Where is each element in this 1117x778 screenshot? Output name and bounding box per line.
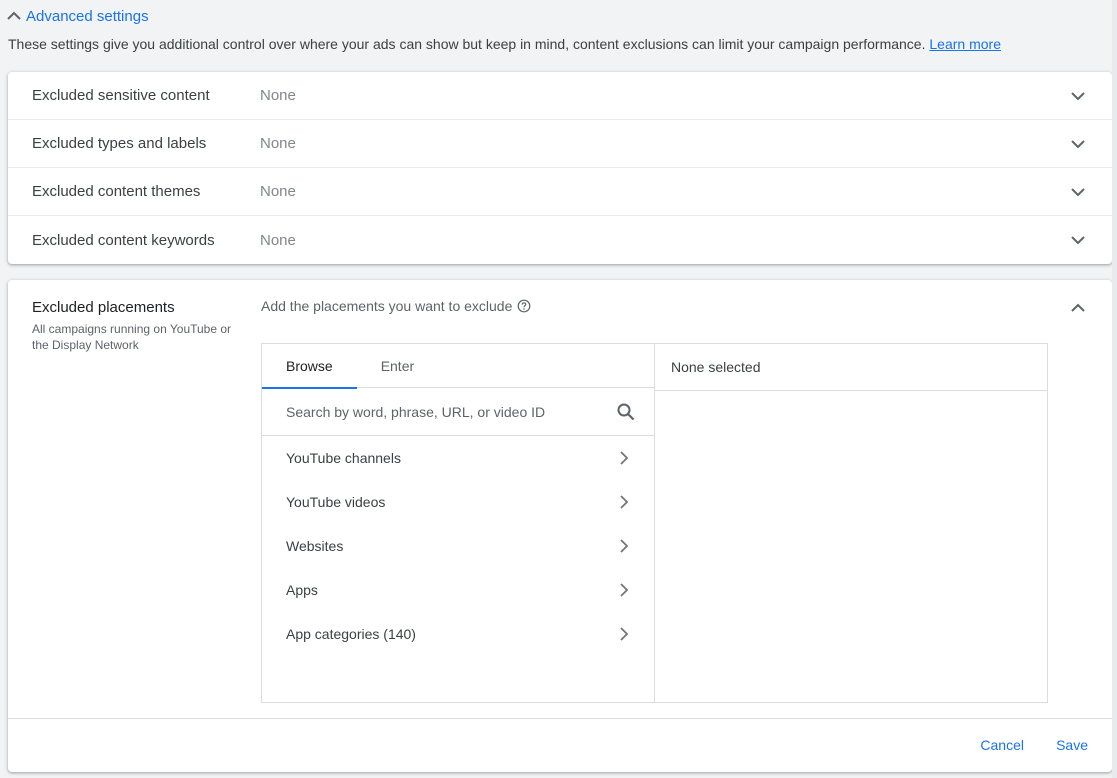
chevron-down-icon[interactable] xyxy=(1070,88,1086,104)
chevron-right-icon xyxy=(620,539,629,553)
learn-more-link[interactable]: Learn more xyxy=(929,36,1001,52)
search-input[interactable] xyxy=(286,403,606,420)
placement-picker: Browse Enter YouTube channels YouTube vi… xyxy=(261,343,1048,703)
category-label: Apps xyxy=(286,582,318,598)
picker-tabs: Browse Enter xyxy=(262,344,654,389)
category-label: Websites xyxy=(286,538,344,554)
exclusion-label: Excluded content themes xyxy=(32,183,201,200)
placements-title: Excluded placements xyxy=(32,299,175,316)
category-websites[interactable]: Websites xyxy=(262,524,654,568)
category-youtube-videos[interactable]: YouTube videos xyxy=(262,480,654,524)
category-youtube-channels[interactable]: YouTube channels xyxy=(262,436,654,480)
prompt-text: Add the placements you want to exclude xyxy=(261,298,513,314)
category-label: App categories (140) xyxy=(286,626,416,642)
category-app-categories[interactable]: App categories (140) xyxy=(262,612,654,656)
exclusion-value: None xyxy=(260,135,296,152)
advanced-settings-description: These settings give you additional contr… xyxy=(8,36,1001,52)
category-list: YouTube channels YouTube videos Websites… xyxy=(262,436,654,656)
exclusion-row-content-themes[interactable]: Excluded content themes None xyxy=(8,168,1112,216)
cancel-button[interactable]: Cancel xyxy=(980,737,1024,753)
placements-prompt: Add the placements you want to exclude xyxy=(261,298,531,314)
placement-search xyxy=(262,388,654,436)
selected-pane: None selected xyxy=(655,344,1047,702)
chevron-right-icon xyxy=(620,583,629,597)
chevron-down-icon[interactable] xyxy=(1070,184,1086,200)
category-label: YouTube videos xyxy=(286,494,386,510)
exclusion-label: Excluded content keywords xyxy=(32,231,215,249)
exclusion-value: None xyxy=(260,87,296,104)
chevron-right-icon xyxy=(620,627,629,641)
chevron-up-icon[interactable] xyxy=(1070,300,1086,316)
exclusion-label: Excluded types and labels xyxy=(32,135,207,152)
advanced-settings-title: Advanced settings xyxy=(26,7,149,25)
chevron-right-icon xyxy=(620,451,629,465)
exclusion-value: None xyxy=(260,231,296,249)
panel-footer: Cancel Save xyxy=(8,718,1112,772)
content-exclusions-panel: Excluded sensitive content None Excluded… xyxy=(8,72,1112,264)
category-label: YouTube channels xyxy=(286,450,401,466)
category-apps[interactable]: Apps xyxy=(262,568,654,612)
excluded-placements-panel: Excluded placements All campaigns runnin… xyxy=(8,280,1112,772)
browse-pane: Browse Enter YouTube channels YouTube vi… xyxy=(262,344,655,702)
exclusion-value: None xyxy=(260,183,296,200)
exclusion-label: Excluded sensitive content xyxy=(32,87,210,104)
selected-header: None selected xyxy=(655,344,1047,391)
placements-subtitle: All campaigns running on YouTube or the … xyxy=(32,322,232,352)
page-scrollbar[interactable] xyxy=(1112,0,1117,778)
help-icon[interactable] xyxy=(517,299,531,313)
chevron-down-icon[interactable] xyxy=(1070,136,1086,152)
advanced-settings-toggle[interactable]: Advanced settings xyxy=(6,6,149,26)
chevron-up-icon xyxy=(7,11,21,20)
exclusion-row-sensitive-content[interactable]: Excluded sensitive content None xyxy=(8,72,1112,120)
tab-browse[interactable]: Browse xyxy=(262,344,357,389)
chevron-right-icon xyxy=(620,495,629,509)
save-button[interactable]: Save xyxy=(1056,737,1088,753)
tab-enter[interactable]: Enter xyxy=(357,344,438,388)
exclusion-row-content-keywords[interactable]: Excluded content keywords None xyxy=(8,216,1112,264)
chevron-down-icon[interactable] xyxy=(1070,232,1086,248)
exclusion-row-types-and-labels[interactable]: Excluded types and labels None xyxy=(8,120,1112,168)
search-icon[interactable] xyxy=(616,402,636,422)
description-text: These settings give you additional contr… xyxy=(8,36,926,52)
